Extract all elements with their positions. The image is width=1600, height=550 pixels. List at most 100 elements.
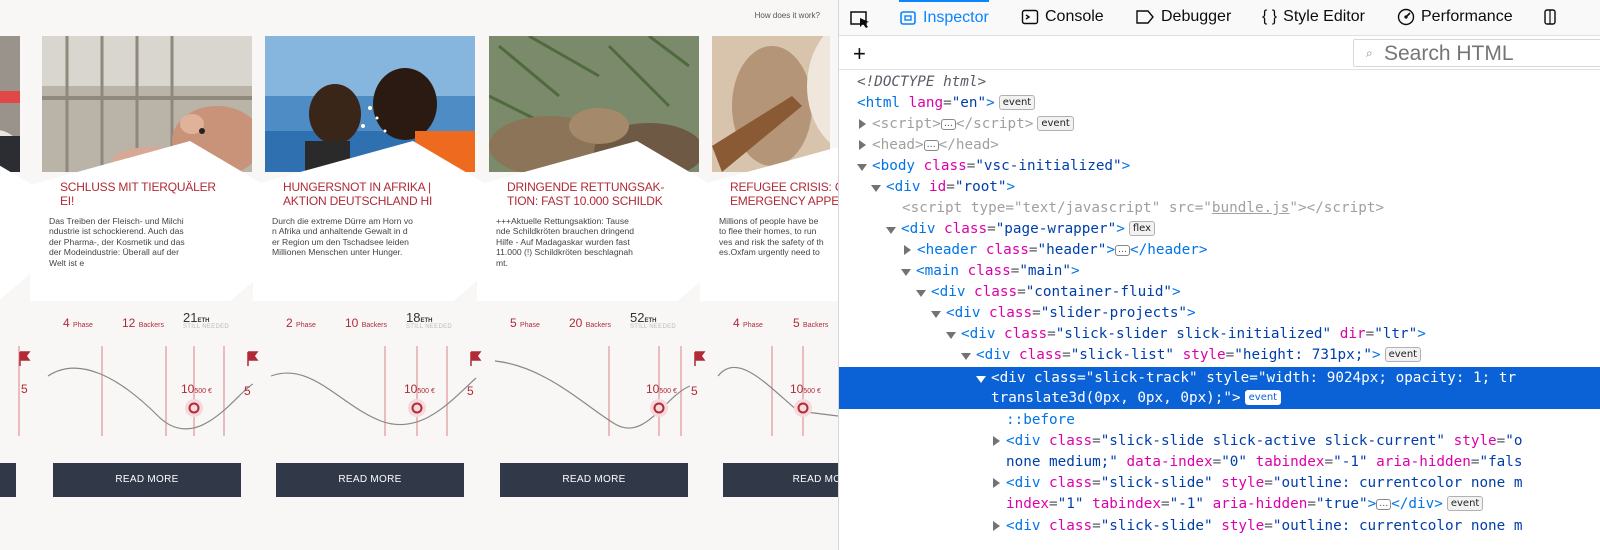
how-does-it-work-link[interactable]: How does it work? [755, 11, 820, 20]
tree-row-script[interactable]: <script>… </script> event [859, 114, 1600, 135]
element-picker-icon[interactable] [849, 8, 871, 30]
tree-row-before-pseudo[interactable]: ::before [1006, 410, 1600, 431]
collapse-twisty[interactable] [901, 269, 911, 276]
project-description: Millions of people have be to flee their… [719, 216, 824, 258]
markup-tree[interactable]: <!DOCTYPE html> <html lang="en"> event <s… [839, 70, 1600, 550]
phase-stat: 4 Phase [63, 316, 93, 330]
project-stats: 2 Phase 10 Backers 18ETH STILL NEEDED [265, 306, 479, 340]
console-icon [1021, 8, 1039, 26]
event-badge[interactable]: event [1446, 496, 1484, 511]
collapsed-content-icon[interactable]: … [923, 140, 939, 151]
read-more-button[interactable]: READ MORE [276, 463, 464, 497]
collapse-twisty[interactable] [976, 376, 986, 383]
tree-row-html[interactable]: <html lang="en"> event [857, 93, 1600, 114]
read-more-button[interactable] [0, 463, 16, 497]
tree-row-slick-list[interactable]: <div class="slick-list" style="height: 7… [961, 345, 1600, 366]
funding-graph [261, 346, 482, 446]
project-description: +++Aktuelle Rettungsaktion: Tause nde Sc… [496, 216, 635, 268]
devtools-panel: Inspector Console Debugger { } Style Edit… [838, 0, 1600, 550]
inspector-subtoolbar: + ⌕ [839, 36, 1600, 70]
project-card: REFUGEE CRISIS: OX EMERGENCY APPEA Milli… [700, 36, 838, 506]
goal-value: 10500 € [646, 382, 677, 396]
collapse-twisty[interactable] [871, 185, 881, 192]
project-card: DRINGENDE RETTUNGSAK- TION: FAST 10.000 … [477, 36, 715, 506]
tree-row-slide-1[interactable]: <div class="slick-slide" style="outline:… [993, 473, 1600, 494]
funding-graph [708, 346, 838, 446]
goal-value: 10500 € [404, 382, 435, 396]
project-title[interactable]: SCHLUSS MIT TIERQUÄLER EI! [60, 180, 240, 208]
tree-row-head[interactable]: <head>… </head> [859, 135, 1600, 156]
project-photo [489, 36, 699, 172]
tree-row-main[interactable]: <main class="main"> [901, 261, 1600, 282]
eth-needed-stat: 18ETH STILL NEEDED [406, 310, 453, 330]
tree-row-slick-track-selected[interactable]: <div class="slick-track" style="width: 9… [976, 368, 1600, 389]
tab-console[interactable]: Console [1021, 0, 1104, 36]
search-html-input[interactable] [1384, 42, 1600, 66]
tree-row-slide-1-cont[interactable]: index="1" tabindex="-1" aria-hidden="tru… [1006, 494, 1600, 515]
backers-stat: 10 Backers [345, 316, 387, 330]
expand-twisty[interactable] [904, 245, 911, 255]
page-viewport: How does it work? 5 SCHLUSS MIT TIERQUÄL… [0, 0, 838, 550]
project-title[interactable]: REFUGEE CRISIS: OX EMERGENCY APPEA [730, 180, 838, 208]
tree-row-container-fluid[interactable]: <div class="container-fluid"> [916, 282, 1600, 303]
project-photo [265, 36, 475, 172]
search-html-box[interactable]: ⌕ [1353, 39, 1600, 67]
project-card: SCHLUSS MIT TIERQUÄLER EI! Das Treiben d… [30, 36, 268, 506]
funding-graph [38, 346, 259, 446]
collapse-twisty[interactable] [946, 332, 956, 339]
tree-row-doctype[interactable]: <!DOCTYPE html> [857, 72, 1600, 93]
project-stats: 4 Phase 5 Backers [712, 306, 838, 340]
tree-row-page-wrapper[interactable]: <div class="page-wrapper"> flex [886, 219, 1600, 240]
backers-stat: 5 Backers [793, 316, 829, 330]
collapse-twisty[interactable] [961, 353, 971, 360]
milestone-value: 5 [244, 384, 251, 398]
project-stats: 4 Phase 12 Backers 21ETH STILL NEEDED [42, 306, 256, 340]
project-title[interactable]: DRINGENDE RETTUNGSAK- TION: FAST 10.000 … [507, 180, 687, 208]
inspector-icon [899, 9, 917, 27]
event-badge[interactable]: event [998, 95, 1036, 110]
tree-row-slide-0-cont[interactable]: none medium;" data-index="0" tabindex="-… [1006, 452, 1600, 473]
tree-row-slick-slider[interactable]: <div class="slick-slider slick-initializ… [946, 324, 1600, 345]
tree-row-slide-0[interactable]: <div class="slick-slide slick-active sli… [993, 431, 1600, 452]
collapse-twisty[interactable] [857, 164, 867, 171]
project-card: HUNGERSNOT IN AFRIKA | AKTION DEUTSCHLAN… [253, 36, 491, 506]
tree-row-slick-track-cont[interactable]: translate3d(0px, 0px, 0px);"> event [991, 388, 1600, 409]
tree-row-body[interactable]: <body class="vsc-initialized"> [857, 156, 1600, 177]
tab-debugger[interactable]: Debugger [1135, 0, 1231, 36]
flex-badge[interactable]: flex [1128, 221, 1156, 236]
tab-overflow[interactable] [1543, 0, 1563, 36]
read-more-button[interactable]: READ MORE [53, 463, 241, 497]
tree-row-bundle-script[interactable]: <script type="text/javascript" src="bund… [902, 198, 1600, 219]
project-title[interactable]: HUNGERSNOT IN AFRIKA | AKTION DEUTSCHLAN… [283, 180, 463, 208]
event-badge[interactable]: event [1037, 116, 1074, 131]
read-more-button[interactable]: READ MORE [500, 463, 688, 497]
collapse-twisty[interactable] [931, 311, 941, 318]
expand-twisty[interactable] [993, 521, 1000, 531]
collapse-twisty[interactable] [916, 290, 926, 297]
milestone-value: 5 [21, 382, 28, 396]
goal-value: 10500 € [790, 382, 821, 396]
expand-twisty[interactable] [993, 436, 1000, 446]
devtools-toolbar: Inspector Console Debugger { } Style Edit… [839, 0, 1600, 36]
tab-inspector[interactable]: Inspector [899, 0, 989, 36]
add-node-button[interactable]: + [853, 43, 866, 65]
project-description: Durch die extreme Dürre am Horn vo n Afr… [272, 216, 413, 258]
read-more-button[interactable]: READ MO [723, 463, 838, 497]
tree-row-slide-2[interactable]: <div class="slick-slide" style="outline:… [993, 516, 1600, 537]
event-badge[interactable]: event [1384, 347, 1422, 362]
tree-row-header[interactable]: <header class="header">… </header> [904, 240, 1600, 261]
phase-stat: 2 Phase [286, 316, 316, 330]
collapsed-content-icon[interactable]: … [940, 119, 956, 130]
expand-twisty[interactable] [993, 478, 1000, 488]
funding-graph [0, 346, 31, 446]
tree-row-slider-projects[interactable]: <div class="slider-projects"> [931, 303, 1600, 324]
collapsed-content-icon[interactable]: … [1115, 245, 1131, 256]
expand-twisty[interactable] [859, 119, 866, 129]
tab-performance[interactable]: Performance [1397, 0, 1513, 36]
expand-twisty[interactable] [859, 140, 866, 150]
event-badge[interactable]: event [1244, 390, 1282, 405]
tab-style-editor[interactable]: { } Style Editor [1262, 0, 1365, 36]
collapse-twisty[interactable] [886, 227, 896, 234]
collapsed-content-icon[interactable]: … [1376, 499, 1392, 510]
tree-row-root[interactable]: <div id="root"> [871, 177, 1600, 198]
